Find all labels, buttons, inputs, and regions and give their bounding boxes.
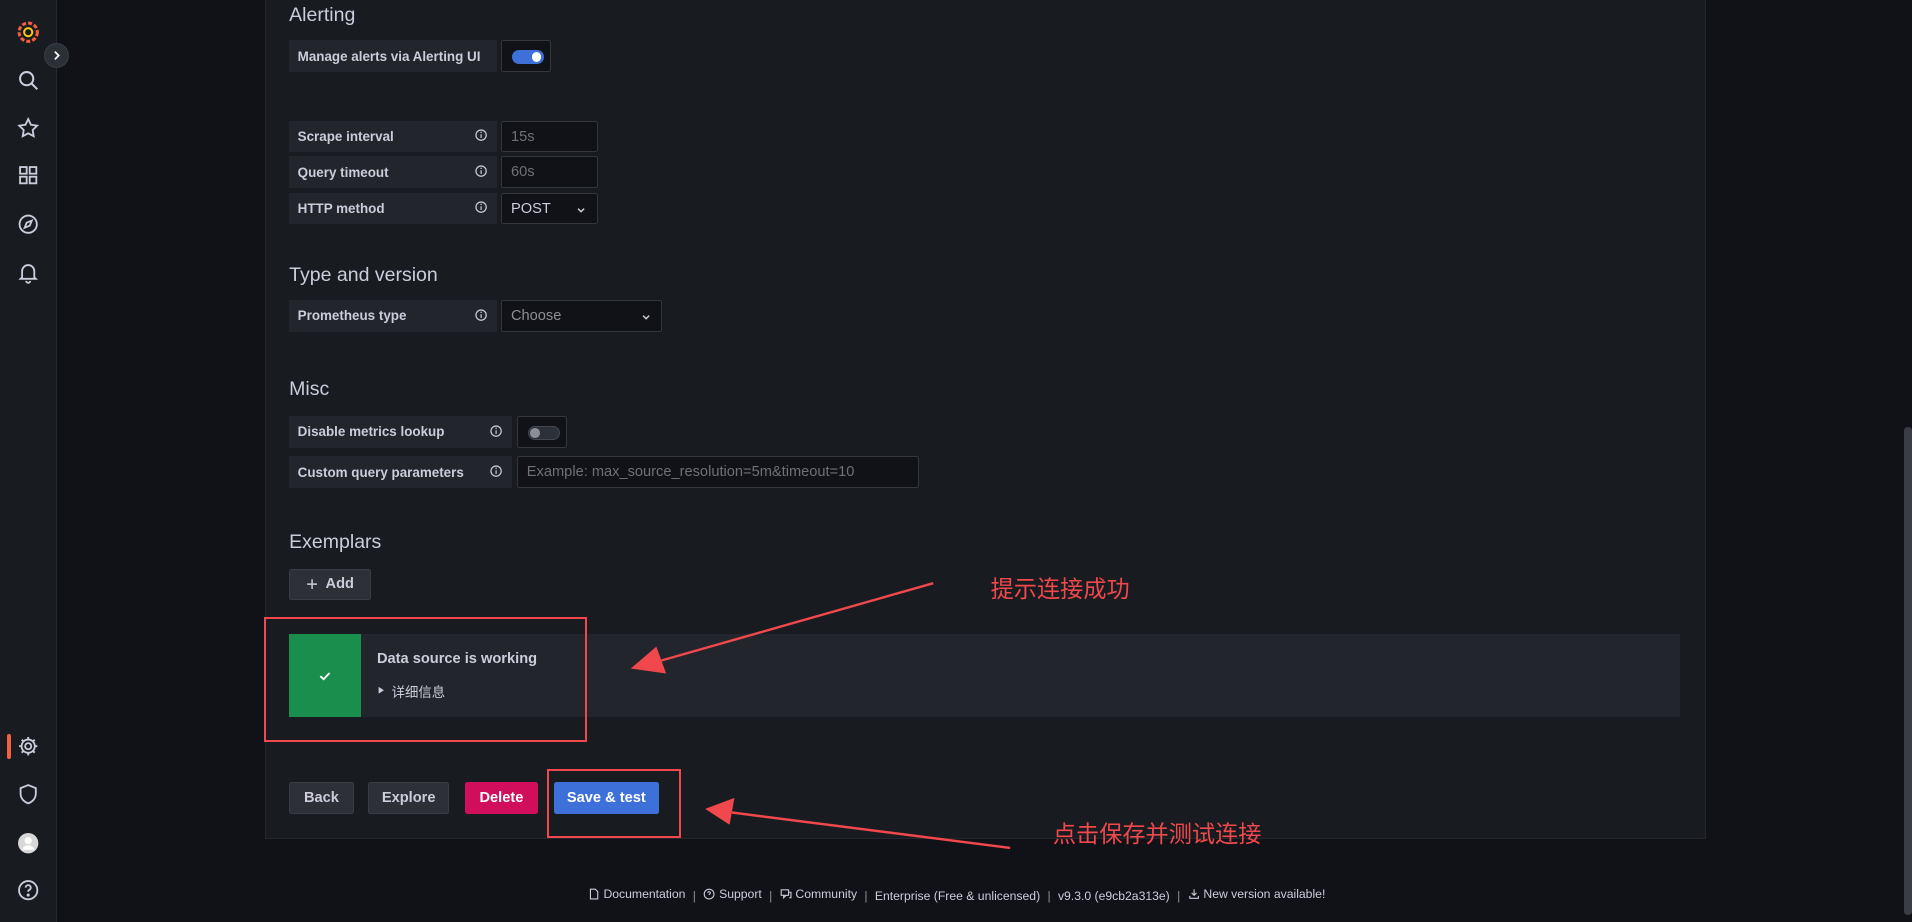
expand-sidebar-button[interactable] — [43, 42, 70, 68]
footer-separator: | — [864, 889, 868, 904]
footer-version: v9.3.0 (e9cb2a313e) — [1057, 889, 1170, 904]
annotation-success-note: 提示连接成功 — [990, 575, 1130, 602]
annotation-arrows — [630, 581, 1011, 850]
footer-support-link[interactable]: Support — [703, 887, 762, 901]
footer-new-version-link[interactable]: New version available! — [1188, 887, 1325, 901]
footer-edition[interactable]: Enterprise (Free & unlicensed) — [875, 889, 1040, 903]
footer-community-link[interactable]: Community — [780, 887, 857, 901]
footer-documentation-link[interactable]: Documentation — [588, 887, 685, 901]
footer: Documentation | Support | Community | En… — [0, 887, 1912, 903]
arrowhead — [630, 646, 667, 674]
document-icon — [589, 888, 598, 900]
question-circle-icon — [703, 888, 715, 900]
download-icon — [1188, 889, 1199, 899]
footer-separator: | — [769, 889, 773, 904]
footer-separator: | — [1047, 889, 1051, 904]
comments-icon — [780, 889, 792, 899]
arrowhead — [705, 797, 735, 825]
footer-separator: | — [692, 889, 696, 904]
chevron-right-icon — [54, 50, 60, 60]
annotation-save-note: 点击保存并测试连接 — [1052, 820, 1262, 847]
arrow-line — [731, 811, 1011, 850]
footer-separator: | — [1177, 889, 1181, 904]
arrow-line — [658, 581, 934, 663]
